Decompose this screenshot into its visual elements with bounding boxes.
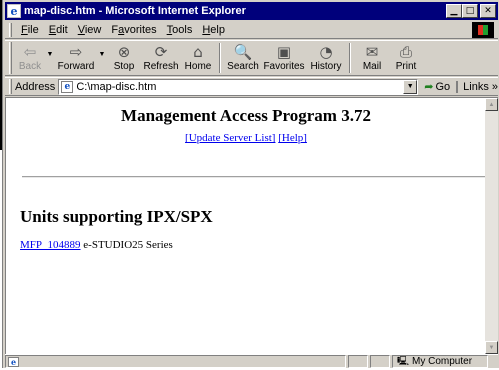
menu-file[interactable]: File bbox=[16, 24, 44, 36]
page-links: [Update Server List] [Help] bbox=[6, 132, 485, 144]
refresh-button[interactable]: ⟳ Refresh bbox=[141, 41, 181, 75]
history-icon: ◔ bbox=[319, 43, 333, 61]
back-button[interactable]: ⇦ Back bbox=[15, 41, 45, 75]
mail-icon: ✉ bbox=[365, 43, 379, 61]
forward-dropdown[interactable]: ▼ bbox=[97, 41, 107, 75]
go-arrow-icon: ➦ bbox=[424, 80, 434, 93]
favorites-icon: ▣ bbox=[276, 43, 292, 61]
device-link[interactable]: MFP_104889 bbox=[20, 239, 81, 251]
home-icon: ⌂ bbox=[193, 43, 203, 61]
print-icon: ⎙ bbox=[399, 43, 412, 61]
menubar-grip[interactable] bbox=[9, 22, 12, 37]
title-bar[interactable]: e map-disc.htm - Microsoft Internet Expl… bbox=[5, 2, 498, 20]
history-button[interactable]: ◔ History bbox=[307, 41, 345, 75]
links-button[interactable]: Links » bbox=[456, 80, 498, 93]
back-arrow-icon: ⇦ bbox=[23, 43, 37, 61]
horizontal-rule bbox=[22, 176, 485, 178]
home-button[interactable]: ⌂ Home bbox=[181, 41, 215, 75]
page-status-icon: e bbox=[8, 356, 19, 367]
maximize-button[interactable]: □ bbox=[462, 4, 478, 18]
status-main: e bbox=[5, 355, 346, 368]
help-link[interactable]: [Help] bbox=[278, 132, 307, 144]
toolbar-grip[interactable] bbox=[9, 42, 12, 74]
page-content: Management Access Program 3.72 [Update S… bbox=[5, 97, 485, 354]
back-dropdown[interactable]: ▼ bbox=[45, 41, 55, 75]
stop-button[interactable]: ⊗ Stop bbox=[107, 41, 141, 75]
minimize-button[interactable]: ▁ bbox=[446, 4, 462, 18]
device-entry: MFP_104889 e-STUDIO25 Series bbox=[20, 239, 173, 251]
page-icon: e bbox=[61, 80, 74, 93]
search-button[interactable]: 🔍 Search bbox=[225, 41, 261, 75]
window-title: map-disc.htm - Microsoft Internet Explor… bbox=[24, 5, 246, 17]
ie-icon: e bbox=[7, 4, 21, 18]
device-description: e-STUDIO25 Series bbox=[80, 239, 173, 251]
page-title: Management Access Program 3.72 bbox=[121, 106, 371, 125]
menu-view[interactable]: View bbox=[73, 24, 107, 36]
menu-favorites[interactable]: Favorites bbox=[106, 24, 161, 36]
toolbar-separator bbox=[349, 43, 351, 73]
mail-button[interactable]: ✉ Mail bbox=[355, 41, 389, 75]
address-value[interactable]: C:\map-disc.htm bbox=[76, 81, 156, 93]
update-server-list-link[interactable]: [Update Server List] bbox=[185, 132, 275, 144]
status-cell bbox=[370, 355, 390, 368]
favorites-button[interactable]: ▣ Favorites bbox=[261, 41, 307, 75]
address-label: Address bbox=[14, 80, 56, 93]
address-bar: Address e C:\map-disc.htm ▼ ➦ Go Links » bbox=[5, 77, 498, 96]
address-input[interactable]: e C:\map-disc.htm ▼ bbox=[58, 78, 419, 95]
menu-help[interactable]: Help bbox=[197, 24, 230, 36]
browser-window: e map-disc.htm - Microsoft Internet Expl… bbox=[2, 0, 499, 368]
toolbar-separator bbox=[219, 43, 221, 73]
menu-edit[interactable]: Edit bbox=[44, 24, 73, 36]
address-dropdown-button[interactable]: ▼ bbox=[403, 79, 418, 94]
computer-icon: 🖳 bbox=[397, 356, 410, 367]
addressbar-grip[interactable] bbox=[9, 79, 12, 94]
refresh-icon: ⟳ bbox=[154, 43, 168, 61]
search-icon: 🔍 bbox=[233, 43, 253, 61]
forward-arrow-icon: ⇨ bbox=[69, 43, 83, 61]
menu-tools[interactable]: Tools bbox=[162, 24, 198, 36]
status-zone: 🖳 My Computer bbox=[392, 355, 488, 368]
status-cell bbox=[348, 355, 368, 368]
scroll-up-button[interactable]: ▲ bbox=[485, 98, 498, 111]
vertical-scrollbar[interactable]: ▲ ▼ bbox=[485, 97, 498, 354]
close-button[interactable]: ✕ bbox=[480, 4, 496, 18]
stop-icon: ⊗ bbox=[117, 43, 131, 61]
status-bar: e 🖳 My Computer bbox=[5, 354, 498, 368]
section-heading: Units supporting IPX/SPX bbox=[20, 207, 213, 226]
scroll-down-button[interactable]: ▼ bbox=[485, 341, 498, 354]
standard-toolbar: ⇦ Back ▼ ⇨ Forward ▼ ⊗ Stop ⟳ Refresh ⌂ … bbox=[5, 40, 498, 76]
menu-bar: File Edit View Favorites Tools Help bbox=[5, 21, 498, 39]
print-button[interactable]: ⎙ Print bbox=[389, 41, 423, 75]
go-button[interactable]: ➦ Go bbox=[424, 80, 450, 93]
forward-button[interactable]: ⇨ Forward bbox=[55, 41, 97, 75]
windows-logo-icon bbox=[472, 22, 494, 38]
